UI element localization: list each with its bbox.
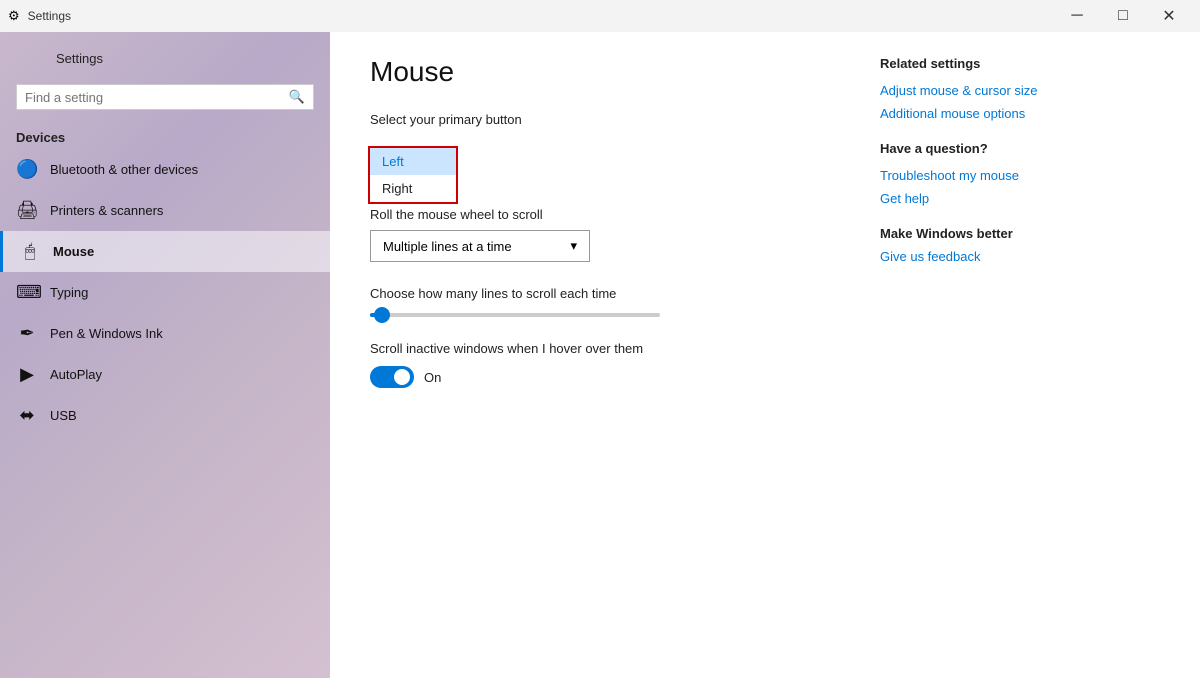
dropdown-option-right[interactable]: Right: [370, 175, 456, 202]
app-body: Settings 🔍 Devices 🔵 Bluetooth & other d…: [0, 32, 1200, 678]
primary-button-container: Left Right: [370, 135, 820, 151]
have-a-question-title: Have a question?: [880, 141, 1160, 156]
keyboard-icon: ⌨: [16, 282, 38, 303]
slider-thumb[interactable]: [374, 307, 390, 323]
sidebar-item-label-pen: Pen & Windows Ink: [50, 326, 163, 341]
get-help-link[interactable]: Get help: [880, 191, 1160, 206]
scroll-wheel-section: Roll the mouse wheel to scroll Multiple …: [370, 207, 820, 262]
search-box[interactable]: 🔍: [16, 84, 314, 110]
scroll-inactive-toggle[interactable]: [370, 366, 414, 388]
related-settings-title: Related settings: [880, 56, 1160, 71]
scroll-wheel-label: Roll the mouse wheel to scroll: [370, 207, 820, 222]
maximize-button[interactable]: □: [1100, 0, 1146, 32]
title-bar: ⚙ Settings ─ □ ✕: [0, 0, 1200, 32]
sidebar-item-printers[interactable]: 🖨 Printers & scanners: [0, 190, 330, 231]
title-bar-controls: ─ □ ✕: [1054, 0, 1192, 32]
sidebar-top: Settings: [0, 32, 330, 80]
sidebar-section-title: Devices: [0, 122, 330, 149]
slider-container: Choose how many lines to scroll each tim…: [370, 286, 820, 317]
sidebar-item-pen[interactable]: ✒ Pen & Windows Ink: [0, 313, 330, 354]
title-bar-title: Settings: [28, 9, 71, 23]
sidebar-item-usb[interactable]: ⬌ USB: [0, 395, 330, 436]
search-icon: 🔍: [289, 89, 305, 105]
main-right: Related settings Adjust mouse & cursor s…: [880, 56, 1160, 654]
chevron-down-icon: ▾: [570, 238, 577, 254]
feedback-link[interactable]: Give us feedback: [880, 249, 1160, 264]
scroll-wheel-dropdown[interactable]: Multiple lines at a time ▾: [370, 230, 590, 262]
lines-label: Choose how many lines to scroll each tim…: [370, 286, 820, 301]
sidebar-app-title: Settings: [56, 51, 103, 66]
sidebar-item-label-usb: USB: [50, 408, 77, 423]
title-bar-left: ⚙ Settings: [8, 8, 71, 24]
minimize-button[interactable]: ─: [1054, 0, 1100, 32]
additional-mouse-link[interactable]: Additional mouse options: [880, 106, 1160, 121]
toggle-knob: [394, 369, 410, 385]
troubleshoot-link[interactable]: Troubleshoot my mouse: [880, 168, 1160, 183]
sidebar-item-mouse[interactable]: 🖱 Mouse: [0, 231, 330, 272]
main-left: Mouse Select your primary button Left Ri…: [370, 56, 820, 654]
sidebar-item-label-autoplay: AutoPlay: [50, 367, 102, 382]
toggle-row: On: [370, 366, 820, 388]
autoplay-icon: ▶: [16, 364, 38, 385]
sidebar-item-bluetooth[interactable]: 🔵 Bluetooth & other devices: [0, 149, 330, 190]
dropdown-option-left[interactable]: Left: [370, 148, 456, 175]
scroll-dropdown-value: Multiple lines at a time: [383, 239, 512, 254]
sidebar-item-label-bluetooth: Bluetooth & other devices: [50, 162, 198, 177]
main-content: Mouse Select your primary button Left Ri…: [330, 32, 1200, 678]
sidebar-item-label-typing: Typing: [50, 285, 88, 300]
toggle-state: On: [424, 370, 441, 385]
mouse-icon: 🖱: [19, 241, 41, 262]
dropdown-open: Left Right: [368, 146, 458, 204]
page-title: Mouse: [370, 56, 820, 88]
sidebar-item-label-mouse: Mouse: [53, 244, 94, 259]
primary-button-label: Select your primary button: [370, 112, 820, 127]
bluetooth-icon: 🔵: [16, 159, 38, 180]
sidebar: Settings 🔍 Devices 🔵 Bluetooth & other d…: [0, 32, 330, 678]
close-button[interactable]: ✕: [1146, 0, 1192, 32]
sidebar-item-typing[interactable]: ⌨ Typing: [0, 272, 330, 313]
usb-icon: ⬌: [16, 405, 38, 426]
make-windows-better-title: Make Windows better: [880, 226, 1160, 241]
pen-icon: ✒: [16, 323, 38, 344]
printer-icon: 🖨: [16, 200, 38, 221]
slider-track: [370, 313, 660, 317]
sidebar-item-label-printers: Printers & scanners: [50, 203, 163, 218]
scroll-inactive-label: Scroll inactive windows when I hover ove…: [370, 341, 820, 356]
adjust-mouse-link[interactable]: Adjust mouse & cursor size: [880, 83, 1160, 98]
settings-icon: ⚙: [8, 8, 20, 24]
search-input[interactable]: [25, 90, 289, 105]
back-button[interactable]: [16, 44, 44, 72]
sidebar-item-autoplay[interactable]: ▶ AutoPlay: [0, 354, 330, 395]
